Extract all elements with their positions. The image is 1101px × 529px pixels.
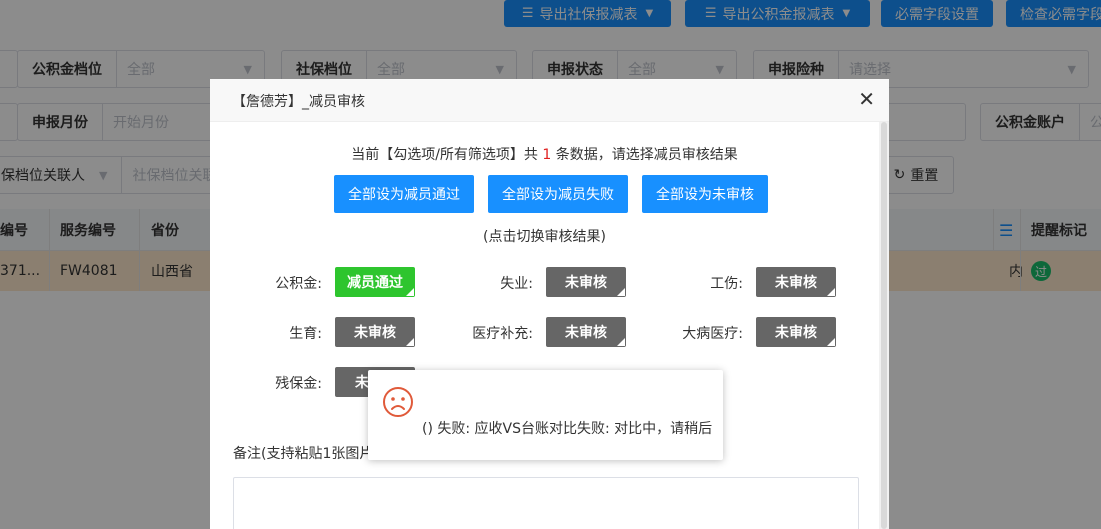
- info-suffix: 条数据，请选择减员审核结果: [555, 147, 738, 163]
- status-text: 减员通过: [347, 275, 403, 291]
- toggle-hint: (点击切换审核结果): [483, 229, 606, 245]
- dialog-header: 【詹德芳】_减员审核 ✕: [210, 79, 889, 122]
- toast-message: () 失败: 应收VS台账对比失败: 对比中，请稍后: [422, 421, 713, 437]
- status-text: 未审核: [775, 275, 817, 291]
- remark-label: 备注(支持粘贴1张图片: [233, 446, 374, 462]
- status-text: 未: [355, 375, 369, 391]
- scrollbar-thumb[interactable]: [881, 122, 887, 529]
- selection-info: 当前【勾选项/所有筛选项】共 1 条数据，请选择减员审核结果: [210, 144, 879, 164]
- dialog-title: 【詹德芳】_减员审核: [232, 94, 365, 110]
- set-all-unreviewed-button[interactable]: 全部设为未审核: [642, 175, 768, 213]
- status-text: 未审核: [565, 325, 607, 341]
- critical-illness-status-toggle[interactable]: 未审核: [756, 317, 836, 347]
- set-all-pass-button[interactable]: 全部设为减员通过: [334, 175, 474, 213]
- unemployment-label: 失业:: [500, 276, 533, 292]
- status-text: 未审核: [354, 325, 396, 341]
- critical-illness-label: 大病医疗:: [682, 326, 743, 342]
- maternity-status-toggle[interactable]: 未审核: [335, 317, 415, 347]
- status-text: 未审核: [775, 325, 817, 341]
- medical-supplement-status-toggle[interactable]: 未审核: [546, 317, 626, 347]
- medical-supplement-label: 医疗补充:: [472, 326, 533, 342]
- disability-fund-label: 残保金:: [275, 376, 322, 392]
- set-all-unreviewed-label: 全部设为未审核: [656, 187, 754, 203]
- remark-textarea[interactable]: [233, 477, 859, 529]
- unemployment-status-toggle[interactable]: 未审核: [546, 267, 626, 297]
- reduction-review-dialog: 【詹德芳】_减员审核 ✕ 当前【勾选项/所有筛选项】共 1 条数据，请选择减员审…: [210, 79, 889, 529]
- injury-status-toggle[interactable]: 未审核: [756, 267, 836, 297]
- error-toast: () 失败: 应收VS台账对比失败: 对比中，请稍后: [368, 370, 723, 460]
- set-all-fail-label: 全部设为减员失败: [502, 187, 614, 203]
- maternity-label: 生育:: [289, 326, 322, 342]
- set-all-fail-button[interactable]: 全部设为减员失败: [488, 175, 628, 213]
- fund-label: 公积金:: [275, 276, 322, 292]
- info-count: 1: [542, 147, 552, 163]
- injury-label: 工伤:: [710, 276, 743, 292]
- status-text: 未审核: [565, 275, 607, 291]
- close-icon[interactable]: ✕: [858, 89, 875, 109]
- info-prefix: 当前【勾选项/所有筛选项】共: [351, 147, 538, 163]
- sad-face-icon: [383, 387, 413, 417]
- set-all-pass-label: 全部设为减员通过: [348, 187, 460, 203]
- fund-status-toggle[interactable]: 减员通过: [335, 267, 415, 297]
